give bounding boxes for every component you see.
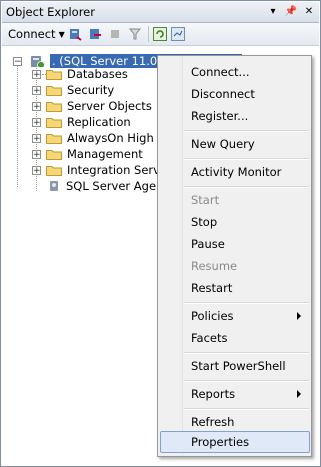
toolbar-separator bbox=[148, 26, 149, 42]
expand-icon[interactable]: + bbox=[32, 85, 41, 95]
menu-item-reports[interactable]: Reports bbox=[191, 383, 235, 405]
expand-icon[interactable]: + bbox=[32, 149, 41, 159]
menu-separator bbox=[184, 408, 309, 410]
menu-item-disconnect[interactable]: Disconnect bbox=[191, 83, 255, 105]
tree-item-label: Server Objects bbox=[67, 99, 152, 113]
context-menu: Connect... Disconnect Register... New Qu… bbox=[157, 55, 312, 457]
menu-item-facets[interactable]: Facets bbox=[191, 327, 228, 349]
menu-item-stop[interactable]: Stop bbox=[191, 211, 217, 233]
menu-separator bbox=[184, 158, 309, 160]
tree-node-security[interactable]: + Security bbox=[32, 82, 114, 98]
folder-icon bbox=[46, 102, 62, 112]
filter-icon[interactable] bbox=[128, 27, 142, 41]
agent-icon bbox=[50, 181, 58, 191]
collapse-icon[interactable]: − bbox=[13, 56, 22, 66]
menu-item-pause[interactable]: Pause bbox=[191, 233, 225, 255]
tree-node-replication[interactable]: + Replication bbox=[32, 114, 131, 130]
refresh-icon[interactable] bbox=[153, 27, 167, 41]
tree-item-label: Security bbox=[67, 83, 115, 97]
submenu-arrow-icon bbox=[297, 390, 301, 398]
folder-icon bbox=[46, 70, 62, 80]
menu-item-resume: Resume bbox=[191, 259, 238, 273]
connect-button[interactable]: Connect ▼ bbox=[8, 27, 65, 41]
menu-item-refresh[interactable]: Refresh bbox=[191, 411, 234, 433]
menu-item-new-query[interactable]: New Query bbox=[191, 133, 255, 155]
disconnect-icon[interactable] bbox=[88, 27, 102, 41]
tree-item-label: Replication bbox=[67, 115, 131, 129]
activity-icon[interactable] bbox=[171, 27, 185, 41]
menu-separator bbox=[184, 186, 309, 188]
stop-icon[interactable] bbox=[108, 27, 122, 41]
folder-icon bbox=[46, 150, 62, 160]
menu-separator bbox=[184, 380, 309, 382]
toolbar: Connect ▼ bbox=[2, 23, 319, 46]
submenu-arrow-icon bbox=[297, 312, 301, 320]
expand-icon[interactable]: + bbox=[32, 101, 41, 111]
pin-icon[interactable]: 📌 bbox=[285, 5, 297, 17]
menu-item-connect[interactable]: Connect... bbox=[191, 61, 250, 83]
tree-item-label: Databases bbox=[67, 67, 128, 81]
title-bar: Object Explorer ▾ 📌 ✕ bbox=[2, 2, 319, 23]
menu-separator bbox=[184, 302, 309, 304]
menu-item-restart[interactable]: Restart bbox=[191, 277, 232, 299]
expand-icon[interactable]: + bbox=[32, 133, 41, 143]
tree-node-management[interactable]: + Management bbox=[32, 146, 143, 162]
menu-separator bbox=[184, 130, 309, 132]
folder-icon bbox=[46, 134, 62, 144]
menu-gutter bbox=[158, 56, 183, 456]
folder-icon bbox=[46, 118, 62, 128]
tree-item-label: Management bbox=[67, 147, 143, 161]
menu-item-register[interactable]: Register... bbox=[191, 105, 248, 127]
close-icon[interactable]: ✕ bbox=[303, 5, 315, 17]
menu-item-policies[interactable]: Policies bbox=[191, 305, 234, 327]
tree-node-databases[interactable]: + Databases bbox=[32, 66, 128, 82]
connect-label: Connect bbox=[8, 27, 56, 41]
menu-item-properties[interactable]: Properties bbox=[191, 431, 249, 453]
expand-icon[interactable]: + bbox=[32, 69, 41, 79]
folder-icon bbox=[46, 86, 62, 96]
panel-title: Object Explorer bbox=[6, 5, 95, 19]
menu-item-start-powershell[interactable]: Start PowerShell bbox=[191, 355, 286, 377]
menu-separator bbox=[184, 352, 309, 354]
tree-node-integration-services[interactable]: + Integration Service bbox=[32, 162, 177, 178]
expand-icon[interactable]: + bbox=[32, 117, 41, 127]
folder-icon bbox=[46, 166, 62, 176]
dropdown-arrow-icon[interactable]: ▾ bbox=[267, 5, 279, 17]
expand-icon[interactable]: + bbox=[32, 165, 41, 175]
menu-item-activity-monitor[interactable]: Activity Monitor bbox=[191, 161, 281, 183]
chevron-down-icon: ▼ bbox=[58, 29, 65, 39]
connect-server-icon[interactable] bbox=[68, 27, 82, 41]
menu-item-start: Start bbox=[191, 193, 220, 207]
tree-node-server-objects[interactable]: + Server Objects bbox=[32, 98, 152, 114]
